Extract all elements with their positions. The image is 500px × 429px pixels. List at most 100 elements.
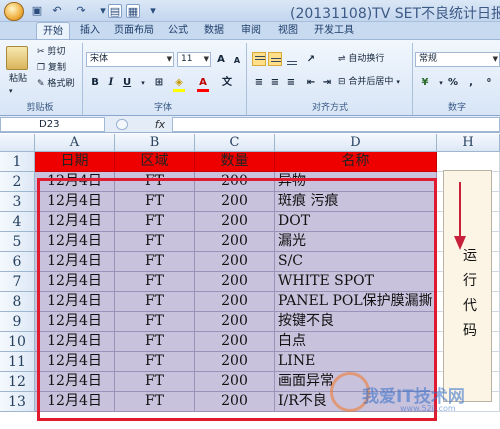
save-icon[interactable]: ▣ xyxy=(30,4,44,18)
orientation-icon[interactable]: ↗ xyxy=(304,52,318,66)
row-header[interactable]: 13 xyxy=(0,392,35,412)
table-cell[interactable]: FT xyxy=(115,332,195,352)
form-icon[interactable]: ▤ xyxy=(108,4,122,18)
name-box[interactable]: D23 xyxy=(0,117,105,132)
table-cell[interactable]: FT xyxy=(115,312,195,332)
table-cell[interactable]: FT xyxy=(115,252,195,272)
column-header-b[interactable]: B xyxy=(115,134,195,152)
table-cell[interactable]: 200 xyxy=(195,272,275,292)
office-button-icon[interactable] xyxy=(4,2,24,21)
table-cell[interactable]: 12月4日 xyxy=(35,312,115,332)
align-right-icon[interactable]: ≡ xyxy=(284,75,298,89)
table-cell[interactable]: 12月4日 xyxy=(35,392,115,412)
wrap-text-button[interactable]: ⇌ 自动换行 xyxy=(338,52,384,66)
table-cell[interactable]: 200 xyxy=(195,332,275,352)
table-cell[interactable]: FT xyxy=(115,272,195,292)
underline-button[interactable]: U xyxy=(120,75,134,89)
table-cell[interactable]: DOT xyxy=(275,212,437,232)
row-header[interactable]: 10 xyxy=(0,332,35,352)
copy-button[interactable]: ❐ 复制 xyxy=(37,61,66,75)
header-cell[interactable]: 区域 xyxy=(115,152,195,172)
row-header[interactable]: 5 xyxy=(0,232,35,252)
tab-insert[interactable]: 插入 xyxy=(76,22,104,39)
paste-icon[interactable] xyxy=(6,46,28,70)
customize-quick-access-icon[interactable]: ▾ xyxy=(146,4,160,18)
formula-input[interactable] xyxy=(172,117,500,132)
tab-page-layout[interactable]: 页面布局 xyxy=(112,22,156,39)
bold-button[interactable]: B xyxy=(88,75,102,89)
table-cell[interactable]: FT xyxy=(115,212,195,232)
row-header[interactable]: 12 xyxy=(0,372,35,392)
comma-button[interactable]: , xyxy=(464,75,478,89)
font-color-icon[interactable]: A xyxy=(196,75,210,89)
table-icon[interactable]: ▦ xyxy=(126,4,140,18)
table-cell[interactable]: 200 xyxy=(195,232,275,252)
borders-icon[interactable]: ⊞ xyxy=(152,75,166,89)
decrease-font-icon[interactable]: A xyxy=(230,53,244,67)
table-cell[interactable]: 斑痕 污痕 xyxy=(275,192,437,212)
row-header[interactable]: 11 xyxy=(0,352,35,372)
table-cell[interactable]: PANEL POL保护膜漏撕 xyxy=(275,292,437,312)
redo-icon[interactable]: ↷ xyxy=(74,4,88,18)
table-cell[interactable]: S/C xyxy=(275,252,437,272)
percent-button[interactable]: % xyxy=(446,75,460,89)
table-cell[interactable]: WHITE SPOT xyxy=(275,272,437,292)
cut-button[interactable]: ✂ 剪切 xyxy=(37,45,65,59)
number-format-combo[interactable]: 常规 ▼ xyxy=(415,52,500,67)
table-cell[interactable]: FT xyxy=(115,392,195,412)
italic-button[interactable]: I xyxy=(104,75,118,89)
header-cell[interactable]: 数量 xyxy=(195,152,275,172)
empty-cell[interactable] xyxy=(437,152,500,172)
table-cell[interactable]: FT xyxy=(115,352,195,372)
table-cell[interactable]: 12月4日 xyxy=(35,172,115,192)
tab-formulas[interactable]: 公式 xyxy=(164,22,192,39)
tab-developer[interactable]: 开发工具 xyxy=(312,22,356,39)
table-cell[interactable]: 200 xyxy=(195,172,275,192)
row-header[interactable]: 9 xyxy=(0,312,35,332)
table-cell[interactable]: FT xyxy=(115,372,195,392)
tab-view[interactable]: 视图 xyxy=(274,22,302,39)
merge-center-button[interactable]: ⊟ 合并后居中 ▾ xyxy=(338,75,400,89)
increase-indent-icon[interactable]: ⇥ xyxy=(320,75,334,89)
table-cell[interactable]: 12月4日 xyxy=(35,212,115,232)
align-center-icon[interactable]: ≡ xyxy=(268,75,282,89)
tab-home[interactable]: 开始 xyxy=(36,22,70,39)
row-header[interactable]: 1 xyxy=(0,152,35,172)
column-header-h[interactable]: H xyxy=(437,134,500,152)
row-header[interactable]: 2 xyxy=(0,172,35,192)
table-cell[interactable]: 200 xyxy=(195,212,275,232)
fill-color-icon[interactable]: ◈ xyxy=(172,75,186,89)
table-cell[interactable]: 12月4日 xyxy=(35,232,115,252)
table-cell[interactable]: FT xyxy=(115,292,195,312)
font-size-combo[interactable]: 11 ▼ xyxy=(177,52,211,67)
currency-icon[interactable]: ¥ xyxy=(418,75,432,89)
table-cell[interactable]: 200 xyxy=(195,392,275,412)
table-cell[interactable]: 200 xyxy=(195,352,275,372)
column-header-d[interactable]: D xyxy=(275,134,437,152)
table-cell[interactable]: 12月4日 xyxy=(35,332,115,352)
table-cell[interactable]: 按键不良 xyxy=(275,312,437,332)
table-cell[interactable]: 200 xyxy=(195,252,275,272)
undo-icon[interactable]: ↶ xyxy=(50,4,64,18)
row-header[interactable]: 6 xyxy=(0,252,35,272)
table-cell[interactable]: 12月4日 xyxy=(35,292,115,312)
increase-font-icon[interactable]: A xyxy=(214,52,228,66)
decrease-indent-icon[interactable]: ⇤ xyxy=(304,75,318,89)
select-all-corner[interactable] xyxy=(0,134,35,152)
paste-dropdown-icon[interactable]: ▾ xyxy=(9,84,13,98)
table-cell[interactable]: 12月4日 xyxy=(35,352,115,372)
table-cell[interactable]: FT xyxy=(115,232,195,252)
row-header[interactable]: 3 xyxy=(0,192,35,212)
table-cell[interactable]: 200 xyxy=(195,292,275,312)
underline-dropdown-icon[interactable]: ▾ xyxy=(136,75,150,89)
increase-decimal-icon[interactable]: ⁰ xyxy=(482,75,496,89)
table-cell[interactable]: 12月4日 xyxy=(35,372,115,392)
table-cell[interactable]: 12月4日 xyxy=(35,252,115,272)
tab-review[interactable]: 审阅 xyxy=(237,22,265,39)
header-cell[interactable]: 名称 xyxy=(275,152,437,172)
name-box-resize-handle[interactable] xyxy=(116,119,128,130)
align-bottom-icon[interactable] xyxy=(284,52,298,66)
tab-data[interactable]: 数据 xyxy=(200,22,228,39)
table-cell[interactable]: FT xyxy=(115,192,195,212)
align-left-icon[interactable]: ≡ xyxy=(252,75,266,89)
